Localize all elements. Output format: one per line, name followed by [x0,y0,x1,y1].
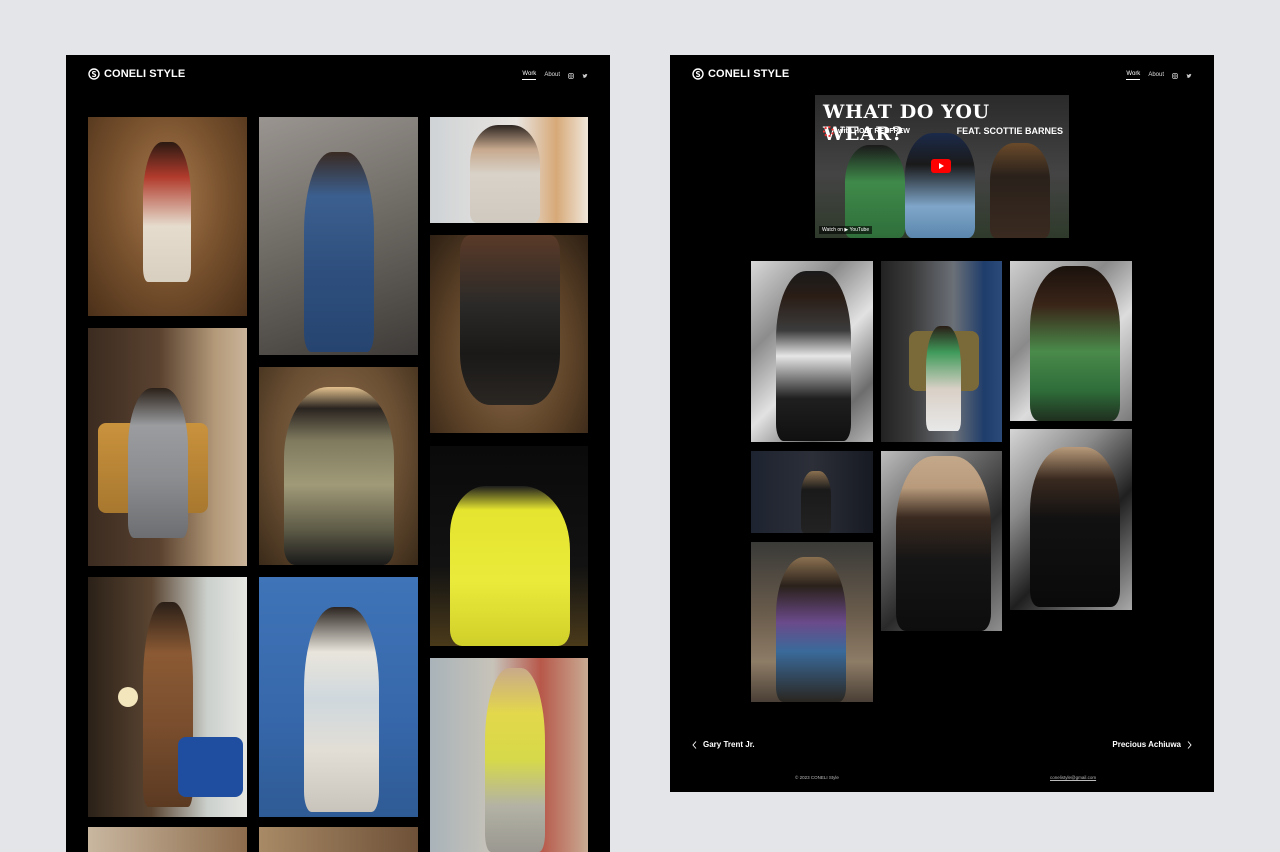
nav-work[interactable]: Work [1126,71,1141,80]
portfolio-photo[interactable] [259,827,418,852]
portfolio-photo[interactable] [1010,261,1132,421]
play-button-icon[interactable] [931,159,951,173]
portfolio-photo[interactable] [430,446,588,646]
portfolio-photo[interactable] [751,542,873,702]
portfolio-photo[interactable] [430,117,588,223]
coneli-logo-icon [88,68,100,80]
watch-on-youtube[interactable]: Watch on ▶ YouTube [819,226,873,234]
youtube-video-embed[interactable]: WHAT DO YOU WEAR? with HOLT RENFREW FEAT… [815,95,1069,238]
portfolio-photo[interactable] [88,117,247,316]
portfolio-photo[interactable] [259,117,418,355]
previous-project-link[interactable]: Gary Trent Jr. [692,740,755,749]
portfolio-photo[interactable] [88,577,247,817]
top-nav: Work About [522,71,588,80]
brand-name: CONELI STYLE [708,68,790,80]
brand-name: CONELI STYLE [104,68,186,80]
twitter-icon[interactable] [582,73,588,79]
nav-about[interactable]: About [1148,72,1164,80]
portfolio-photo[interactable] [430,658,588,852]
holt-renfrew-logo-icon [823,126,834,137]
nav-work[interactable]: Work [522,71,537,80]
chevron-right-icon [1187,740,1192,749]
instagram-icon[interactable] [1172,72,1178,79]
portfolio-photo[interactable] [1010,429,1132,610]
portfolio-photo[interactable] [751,261,873,442]
previous-project-label: Gary Trent Jr. [703,740,755,749]
top-nav: Work About [1126,71,1192,80]
coneli-logo-icon [692,68,704,80]
portfolio-photo[interactable] [430,235,588,433]
left-page-preview: CONELI STYLE Work About [66,55,610,852]
video-subtitle: with HOLT RENFREW [823,126,910,137]
chevron-left-icon [692,740,697,749]
portfolio-photo[interactable] [259,367,418,565]
portfolio-photo[interactable] [881,451,1002,631]
brand-logo[interactable]: CONELI STYLE [692,68,789,80]
twitter-icon[interactable] [1186,73,1192,79]
video-title: WHAT DO YOU WEAR? [823,101,990,145]
instagram-icon[interactable] [568,72,574,79]
portfolio-photo[interactable] [881,261,1002,442]
portfolio-photo[interactable] [259,577,418,817]
nav-about[interactable]: About [544,72,560,80]
footer-copyright: © 2023 CONELI Style [795,775,839,780]
portfolio-photo[interactable] [751,451,873,533]
brand-logo[interactable]: CONELI STYLE [88,68,185,80]
video-feature: FEAT. SCOTTIE BARNES [956,126,1063,136]
portfolio-photo[interactable] [88,827,247,852]
video-subtitle-text: with HOLT RENFREW [838,128,910,135]
footer-email-link[interactable]: conelistyle@gmail.com [1050,775,1096,780]
portfolio-photo[interactable] [88,328,247,566]
next-project-label: Precious Achiuwa [1112,740,1181,749]
next-project-link[interactable]: Precious Achiuwa [1112,740,1192,749]
right-page-preview: CONELI STYLE Work About WHAT DO YOU WEAR… [670,55,1214,792]
